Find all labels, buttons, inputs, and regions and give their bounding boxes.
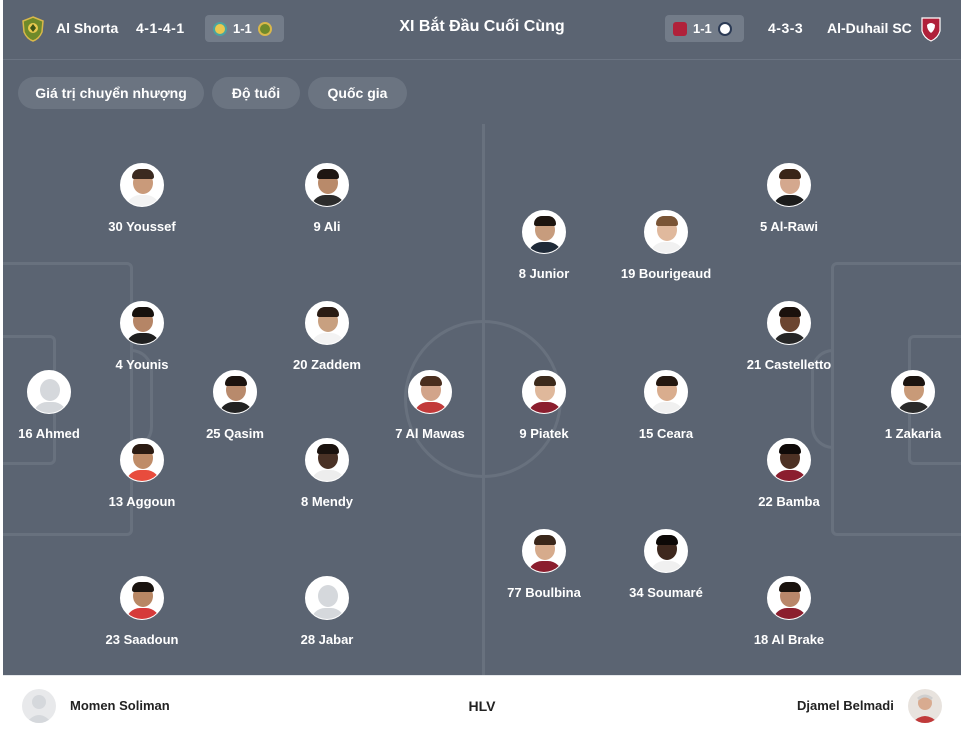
home-player[interactable]: 8 Mendy <box>257 438 397 509</box>
player-photo[interactable] <box>305 163 349 207</box>
coach-bar: Momen Soliman HLV Djamel Belmadi <box>3 675 961 736</box>
home-player[interactable]: 13 Aggoun <box>72 438 212 509</box>
away-coach-avatar[interactable] <box>908 689 942 723</box>
player-photo[interactable] <box>767 438 811 482</box>
player-photo[interactable] <box>767 301 811 345</box>
home-team-name[interactable]: Al Shorta <box>56 20 118 36</box>
away-player[interactable]: 18 Al Brake <box>719 576 859 647</box>
al-duhail-mini-crest-icon <box>673 21 687 36</box>
player-placeholder-icon[interactable] <box>305 576 349 620</box>
home-player[interactable]: 4 Younis <box>72 301 212 372</box>
player-placeholder-icon[interactable] <box>27 370 71 414</box>
filter-nationality[interactable]: Quốc gia <box>308 77 407 109</box>
lineup-header: Al Shorta 4-1-4-1 1-1 XI Bắt Đầu Cuối Cù… <box>3 0 961 60</box>
pitch: 30 Youssef 9 Ali 4 Younis 20 Zaddem 16 Ahmed… <box>3 124 961 675</box>
filter-bar: Giá trị chuyển nhượng Độ tuổi Quốc gia <box>3 60 961 124</box>
away-player[interactable]: 1 Zakaria <box>843 370 961 441</box>
player-name: 9 Piatek <box>519 426 569 441</box>
home-player[interactable]: 9 Ali <box>257 163 397 234</box>
coach-photo-icon <box>912 694 938 723</box>
home-player[interactable]: 25 Qasim <box>165 370 305 441</box>
player-photo[interactable] <box>305 438 349 482</box>
player-photo[interactable] <box>522 370 566 414</box>
player-name: 8 Junior <box>518 266 570 281</box>
home-player[interactable]: 23 Saadoun <box>72 576 212 647</box>
player-photo[interactable] <box>644 529 688 573</box>
player-name: 5 Al-Rawi <box>759 219 819 234</box>
player-name: 8 Mendy <box>300 494 353 509</box>
player-name: 9 Ali <box>313 219 341 234</box>
al-shorta-mini-crest-icon <box>257 21 272 36</box>
player-photo[interactable] <box>120 438 164 482</box>
player-name: 15 Ceara <box>638 426 694 441</box>
player-name: 1 Zakaria <box>884 426 942 441</box>
player-photo[interactable] <box>644 210 688 254</box>
player-name: 34 Soumaré <box>629 585 703 600</box>
player-photo[interactable] <box>644 370 688 414</box>
player-name: 30 Youssef <box>108 219 176 234</box>
home-formation: 4-1-4-1 <box>136 20 185 36</box>
player-placeholder-icon <box>26 695 52 723</box>
away-player[interactable]: 5 Al-Rawi <box>719 163 859 234</box>
player-photo[interactable] <box>522 210 566 254</box>
player-photo[interactable] <box>120 163 164 207</box>
home-player[interactable]: 20 Zaddem <box>257 301 397 372</box>
away-player[interactable]: 77 Boulbina <box>474 529 614 600</box>
player-photo[interactable] <box>408 370 452 414</box>
player-name: 77 Boulbina <box>507 585 581 600</box>
player-name: 13 Aggoun <box>108 494 176 509</box>
player-name: 21 Castelletto <box>746 357 832 372</box>
player-photo[interactable] <box>522 529 566 573</box>
away-player[interactable]: 22 Bamba <box>719 438 859 509</box>
player-photo[interactable] <box>213 370 257 414</box>
away-player[interactable]: 8 Junior <box>474 210 614 281</box>
player-photo[interactable] <box>120 576 164 620</box>
filter-age[interactable]: Độ tuổi <box>212 77 300 109</box>
player-name: 18 Al Brake <box>753 632 825 647</box>
away-score: 1-1 <box>693 21 712 36</box>
away-player[interactable]: 15 Ceara <box>596 370 736 441</box>
player-name: 19 Bourigeaud <box>620 266 712 281</box>
player-photo[interactable] <box>891 370 935 414</box>
away-player[interactable]: 34 Soumaré <box>596 529 736 600</box>
player-photo[interactable] <box>767 163 811 207</box>
al-duhail-crest-icon <box>921 17 941 42</box>
filter-transfer-value[interactable]: Giá trị chuyển nhượng <box>18 77 204 109</box>
away-player[interactable]: 19 Bourigeaud <box>596 210 736 281</box>
home-coach-avatar[interactable] <box>22 689 56 723</box>
away-team-name[interactable]: Al-Duhail SC <box>827 20 912 36</box>
page-edge <box>961 0 971 736</box>
away-coach-name[interactable]: Djamel Belmadi <box>797 698 894 713</box>
player-photo[interactable] <box>120 301 164 345</box>
away-score-pill[interactable]: 1-1 <box>665 15 744 42</box>
home-coach-name[interactable]: Momen Soliman <box>70 698 170 713</box>
away-player[interactable]: 9 Piatek <box>474 370 614 441</box>
player-name: 23 Saadoun <box>105 632 179 647</box>
player-photo[interactable] <box>305 301 349 345</box>
opponent-crest-icon <box>717 21 732 36</box>
al-shorta-crest-icon <box>22 16 44 42</box>
opponent-crest-icon <box>213 21 227 36</box>
player-name: 28 Jabar <box>300 632 354 647</box>
away-formation: 4-3-3 <box>768 20 804 36</box>
home-score-pill[interactable]: 1-1 <box>205 15 284 42</box>
away-player[interactable]: 21 Castelletto <box>719 301 859 372</box>
player-name: 22 Bamba <box>758 494 820 509</box>
player-photo[interactable] <box>767 576 811 620</box>
home-player[interactable]: 30 Youssef <box>72 163 212 234</box>
home-player[interactable]: 28 Jabar <box>257 576 397 647</box>
home-player[interactable]: 16 Ahmed <box>3 370 119 441</box>
home-score: 1-1 <box>233 21 252 36</box>
